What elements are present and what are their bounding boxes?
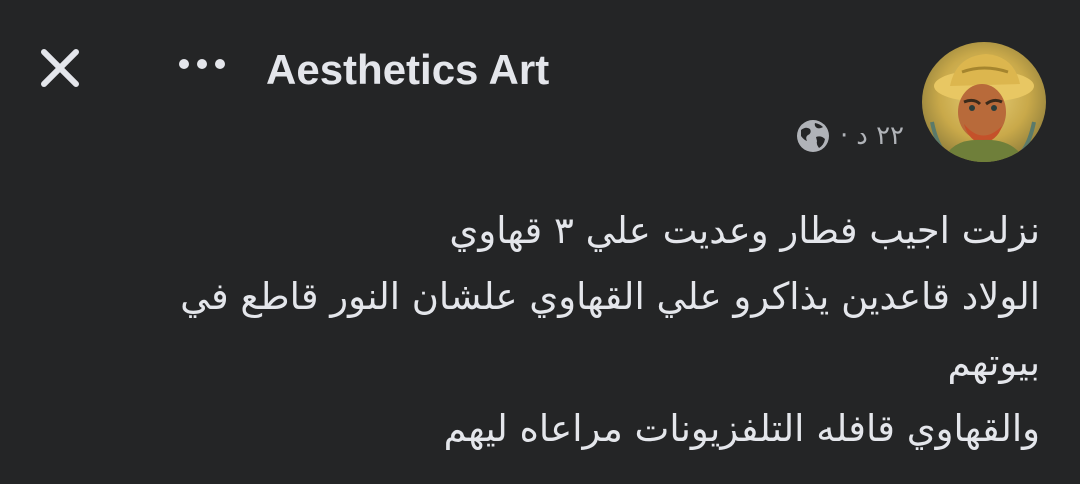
post-header: Aesthetics Art ٢٢ د · <box>0 0 1080 200</box>
more-options-icon <box>179 59 225 69</box>
meta-separator: · <box>839 121 849 151</box>
close-icon <box>41 49 79 87</box>
post-time[interactable]: ٢٢ د <box>856 121 904 151</box>
post-text: نزلت اجيب فطار وعديت علي ٣ قهاوي الولاد … <box>80 198 1040 462</box>
post-line: الولاد قاعدين يذاكرو علي القهاوي علشان ا… <box>180 275 1040 318</box>
globe-icon <box>794 117 832 155</box>
post-meta: ٢٢ د · <box>794 114 904 158</box>
close-button[interactable] <box>32 40 88 96</box>
page-name[interactable]: Aesthetics Art <box>266 44 549 96</box>
post-line: والقهاوي قافله التلفزيونات مراعاه ليهم <box>443 407 1040 450</box>
post-line: بيوتهم <box>947 341 1040 384</box>
post-line: نزلت اجيب فطار وعديت علي ٣ قهاوي <box>449 209 1040 252</box>
avatar-image <box>922 42 1046 162</box>
more-options-button[interactable] <box>170 42 234 86</box>
avatar[interactable] <box>922 42 1046 162</box>
